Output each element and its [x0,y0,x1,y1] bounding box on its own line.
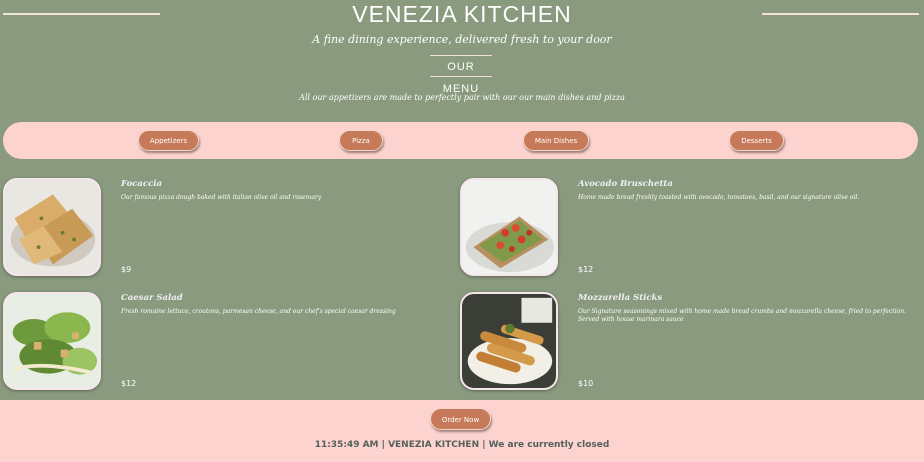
item-name: Focaccia [121,179,163,189]
mozzarella-sticks-image [462,294,556,388]
menu-item-focaccia: Focaccia Our famous pizza dough baked wi… [3,178,463,278]
footer: Order Now 11:35:49 AM | VENEZIA KITCHEN … [0,400,924,462]
brand-title: VENEZIA KITCHEN [352,1,572,27]
order-now-button[interactable]: Order Now [430,408,491,430]
focaccia-photo [3,178,101,276]
focaccia-image [5,180,99,274]
menu-item-caesar-salad: Caesar Salad Fresh romaine lettuce, crou… [3,292,463,392]
menu-item-mozzarella-sticks: Mozzarella Sticks Our Signature seasonin… [460,292,920,392]
item-description: Our famous pizza dough baked with italia… [121,194,322,201]
item-name: Mozzarella Sticks [578,293,663,303]
tab-appetizers[interactable]: Appetizers [138,130,199,151]
tab-desserts[interactable]: Desserts [729,130,784,151]
menu-heading: OUR MENU [430,55,492,95]
bruschetta-photo [460,178,558,276]
caesar-salad-photo [3,292,101,390]
item-price: $12 [578,265,594,274]
item-description: Home made bread freshly toasted with avo… [578,194,860,201]
tagline: A fine dining experience, delivered fres… [312,33,612,46]
item-name: Avocado Bruschetta [578,179,673,189]
item-price: $12 [121,379,137,388]
item-name: Caesar Salad [121,293,183,303]
mozzarella-sticks-photo [460,292,558,390]
category-tab-bar: Appetizers Pizza Main Dishes Desserts [3,122,918,159]
header: VENEZIA KITCHEN A fine dining experience… [0,0,924,120]
tab-main-dishes[interactable]: Main Dishes [523,130,589,151]
item-price: $9 [121,265,132,274]
caesar-salad-image [5,294,99,388]
menu-intro: All our appetizers are made to perfectly… [299,93,625,102]
menu-item-avocado-bruschetta: Avocado Bruschetta Home made bread fresh… [460,178,920,278]
item-description: Fresh romaine lettuce, croutons, parmesa… [121,308,396,315]
status-line: 11:35:49 AM | VENEZIA KITCHEN | We are c… [314,440,610,450]
bruschetta-image [462,180,556,274]
item-price: $10 [578,379,594,388]
item-description: Our Signature seasonings mixed with home… [578,308,907,323]
tab-pizza[interactable]: Pizza [339,130,383,151]
